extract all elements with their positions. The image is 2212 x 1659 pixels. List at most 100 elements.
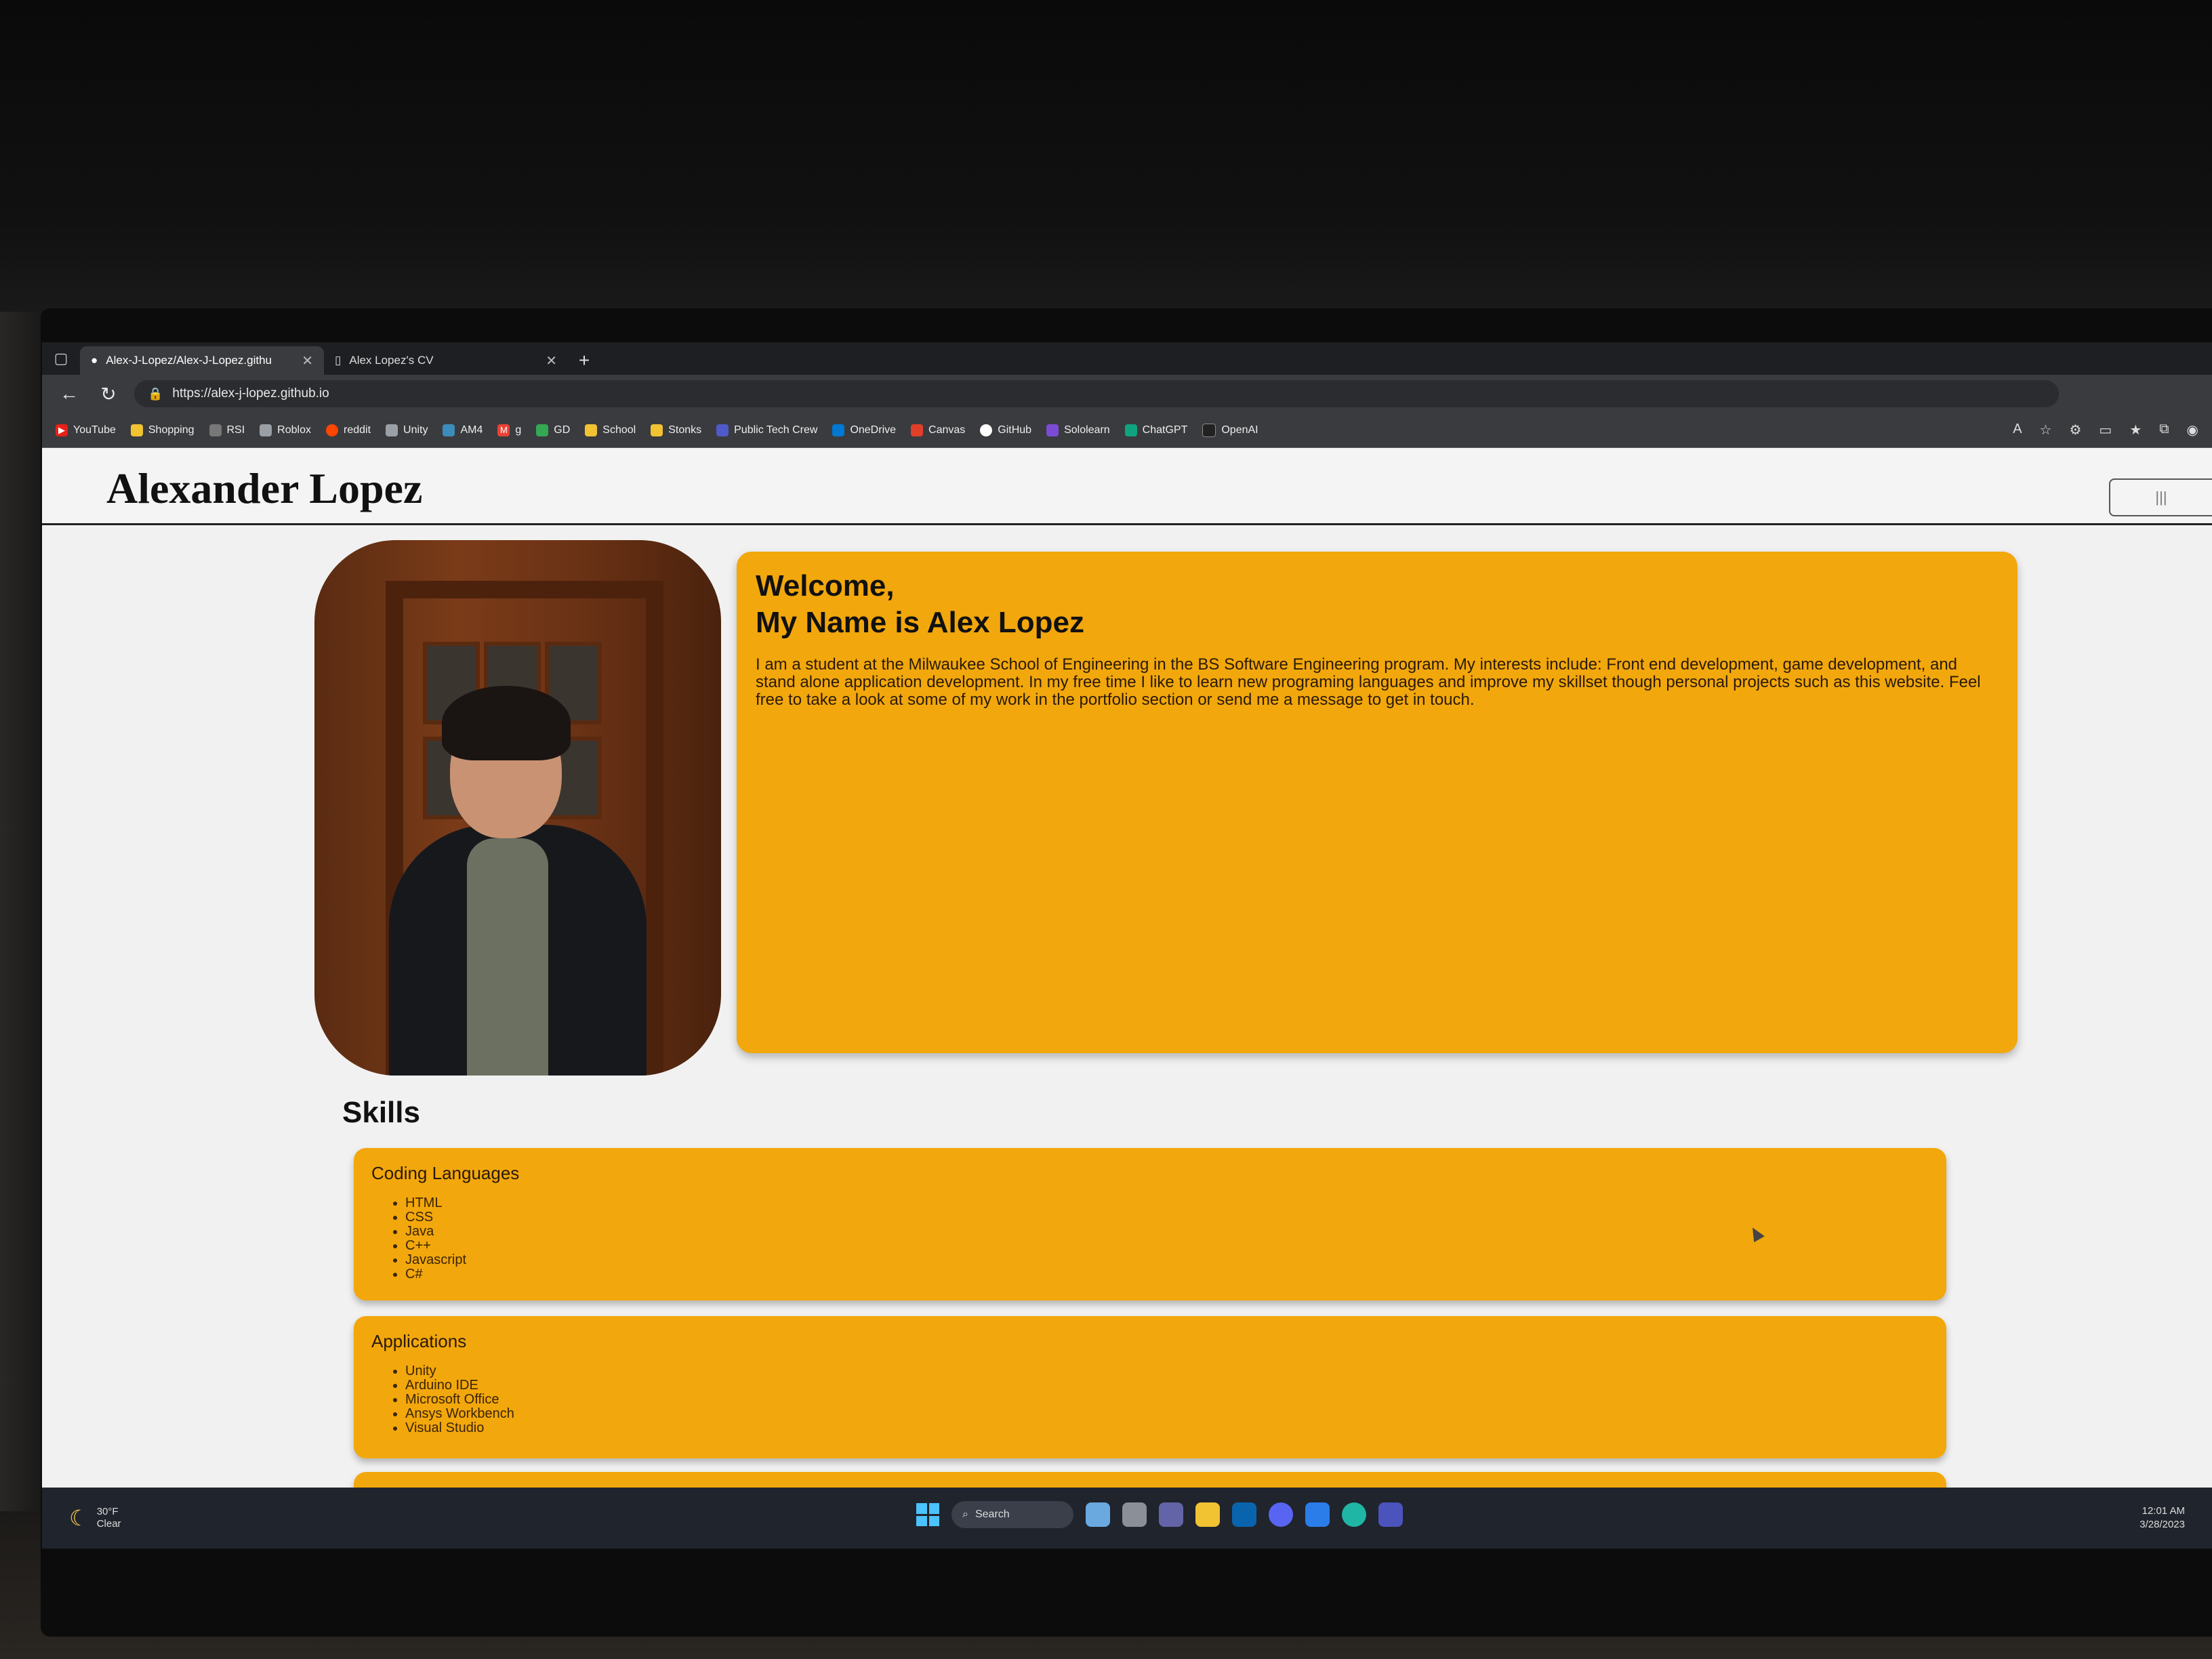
- bookmark-gmail[interactable]: Mg: [497, 424, 521, 436]
- skill-card-title: Coding Languages: [371, 1163, 520, 1183]
- tab-actions-icon[interactable]: ▢: [42, 342, 80, 375]
- google-drive-icon: [536, 424, 549, 436]
- onedrive-icon: [832, 424, 845, 436]
- bookmark-onedrive[interactable]: OneDrive: [832, 424, 896, 436]
- new-tab-button[interactable]: +: [568, 346, 600, 375]
- bookmark-stonks[interactable]: Stonks: [651, 424, 701, 436]
- close-tab-icon[interactable]: ✕: [546, 352, 557, 369]
- bookmark-reddit[interactable]: reddit: [325, 424, 371, 436]
- edge-icon[interactable]: [1342, 1502, 1366, 1527]
- skill-item: Ansys Workbench: [405, 1407, 1929, 1421]
- openai-icon: [1202, 423, 1216, 437]
- weather-widget[interactable]: ☾ 30°F Clear: [69, 1506, 121, 1530]
- weather-condition: Clear: [96, 1518, 121, 1530]
- skill-card-applications: Applications Unity Arduino IDE Microsoft…: [354, 1316, 1946, 1458]
- skill-card-title: Applications: [371, 1331, 467, 1351]
- clock-time: 12:01 AM: [2142, 1505, 2185, 1517]
- github-icon: ●: [91, 354, 98, 367]
- clock-date: 3/28/2023: [2139, 1519, 2185, 1530]
- back-icon[interactable]: ←: [56, 383, 83, 405]
- welcome-heading: Welcome, My Name is Alex Lopez: [756, 568, 1999, 641]
- youtube-icon: ▶: [56, 424, 68, 436]
- bookmark-shopping[interactable]: Shopping: [130, 424, 194, 436]
- tab-bar: ▢ ● Alex-J-Lopez/Alex-J-Lopez.githu ✕ ▯ …: [42, 342, 2212, 375]
- bookmark-chatgpt[interactable]: ChatGPT: [1124, 424, 1187, 436]
- skill-item: Arduino IDE: [405, 1378, 1929, 1393]
- hamburger-menu-button[interactable]: |||: [2109, 478, 2212, 516]
- site-title: Alexander Lopez: [106, 464, 423, 512]
- file-explorer-icon[interactable]: [1195, 1502, 1220, 1527]
- collections-icon[interactable]: ⧉: [2159, 422, 2169, 438]
- skill-item: Unity: [405, 1364, 1929, 1378]
- lock-icon: 🔒: [148, 386, 163, 401]
- split-screen-icon[interactable]: ▭: [2099, 422, 2112, 438]
- skill-card-coding-languages: Coding Languages HTML CSS Java C++ Javas…: [354, 1148, 1946, 1300]
- canvas-icon: [911, 424, 924, 436]
- am4-icon: [443, 424, 455, 436]
- tab-title: Alex Lopez's CV: [349, 354, 434, 367]
- taskbar-search[interactable]: ⌕ Search: [951, 1501, 1073, 1528]
- bookmark-youtube[interactable]: ▶ YouTube: [56, 424, 116, 436]
- bookmark-roblox[interactable]: Roblox: [260, 424, 311, 436]
- welcome-line-2: My Name is Alex Lopez: [756, 606, 1084, 639]
- system-clock[interactable]: 12:01 AM 3/28/2023: [2139, 1504, 2185, 1532]
- web-page: Alexander Lopez ||| Welcome, My Name is …: [42, 449, 2212, 1513]
- room-background-top: [0, 0, 2212, 319]
- unity-icon: [386, 424, 398, 436]
- tab-cv[interactable]: ▯ Alex Lopez's CV ✕: [324, 346, 568, 375]
- bookmark-unity[interactable]: Unity: [386, 424, 428, 436]
- folder-icon: [130, 424, 143, 436]
- refresh-icon[interactable]: ↻: [95, 383, 122, 405]
- bookmark-am4[interactable]: AM4: [443, 424, 483, 436]
- favorites-icon[interactable]: ★: [2129, 422, 2142, 438]
- address-bar[interactable]: 🔒 https://alex-j-lopez.github.io: [134, 380, 2059, 407]
- gmail-icon: M: [497, 424, 510, 436]
- weather-temp: 30°F: [96, 1506, 119, 1517]
- bookmarks-bar: ▶ YouTube Shopping RSI Roblox reddit Unit…: [42, 413, 2212, 448]
- bookmark-github[interactable]: GitHub: [980, 424, 1031, 436]
- rsi-icon: [209, 424, 222, 436]
- skills-heading: Skills: [342, 1096, 420, 1129]
- reddit-icon: [325, 424, 338, 436]
- windows-taskbar: ☾ 30°F Clear ⌕ Search 12:01 AM 3/28/2023: [42, 1488, 2212, 1549]
- widgets-app-icon[interactable]: [1086, 1502, 1110, 1527]
- person-shirt: [467, 838, 548, 1076]
- skill-item: C++: [405, 1239, 1929, 1253]
- task-view-icon[interactable]: [1122, 1502, 1147, 1527]
- windows-start-icon[interactable]: [916, 1503, 939, 1526]
- bookmark-public-tech-crew[interactable]: Public Tech Crew: [716, 424, 817, 436]
- bookmark-gd[interactable]: GD: [536, 424, 570, 436]
- page-icon: ▯: [335, 354, 342, 367]
- moon-icon: ☾: [69, 1506, 89, 1530]
- github-icon: [980, 424, 993, 436]
- roblox-icon: [260, 424, 272, 436]
- bookmark-rsi[interactable]: RSI: [209, 424, 245, 436]
- close-tab-icon[interactable]: ✕: [302, 352, 313, 369]
- tab-title: Alex-J-Lopez/Alex-J-Lopez.githu: [106, 354, 272, 367]
- skill-item: Visual Studio: [405, 1421, 1929, 1435]
- sololearn-icon: [1046, 424, 1059, 436]
- skill-list: Unity Arduino IDE Microsoft Office Ansys…: [371, 1364, 1929, 1435]
- bing-icon[interactable]: [1305, 1502, 1330, 1527]
- discord-icon[interactable]: [1269, 1502, 1293, 1527]
- tab-github[interactable]: ● Alex-J-Lopez/Alex-J-Lopez.githu ✕: [80, 346, 324, 375]
- bookmark-sololearn[interactable]: Sololearn: [1046, 424, 1110, 436]
- site-header: Alexander Lopez |||: [42, 449, 2212, 525]
- profile-icon[interactable]: ◉: [2187, 422, 2198, 438]
- extensions-icon[interactable]: ⚙: [2069, 422, 2081, 438]
- skill-item: Microsoft Office: [405, 1393, 1929, 1407]
- bookmark-canvas[interactable]: Canvas: [911, 424, 965, 436]
- teams-chat-icon[interactable]: [1159, 1502, 1183, 1527]
- url-text: https://alex-j-lopez.github.io: [172, 386, 329, 401]
- read-aloud-icon[interactable]: A: [2013, 422, 2022, 438]
- profile-photo: [314, 540, 721, 1076]
- bookmark-school[interactable]: School: [585, 424, 636, 436]
- bookmark-openai[interactable]: OpenAI: [1202, 423, 1258, 437]
- favorite-add-icon[interactable]: ☆: [2040, 422, 2052, 438]
- welcome-card: Welcome, My Name is Alex Lopez I am a st…: [737, 552, 2018, 1053]
- teams-icon[interactable]: [1378, 1502, 1403, 1527]
- folder-icon: [651, 424, 663, 436]
- outlook-icon[interactable]: [1232, 1502, 1256, 1527]
- folder-icon: [585, 424, 598, 436]
- chatgpt-icon: [1124, 424, 1137, 436]
